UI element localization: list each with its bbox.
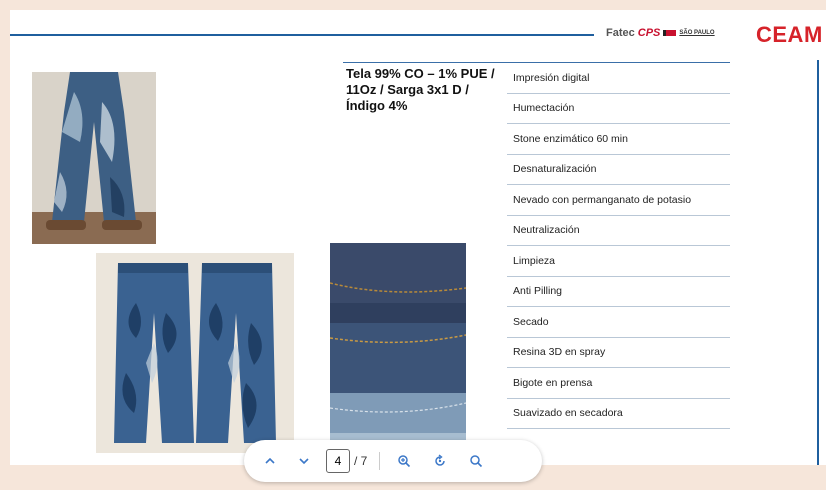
process-list: Impresión digital Humectación Stone enzi… <box>507 63 730 429</box>
search-button[interactable] <box>464 449 488 473</box>
toolbar-divider <box>379 452 381 470</box>
process-item: Limpieza <box>507 246 730 277</box>
page-number-input[interactable] <box>326 449 350 473</box>
rotate-button[interactable] <box>428 449 452 473</box>
next-page-button[interactable] <box>292 449 316 473</box>
process-item: Bigote en prensa <box>507 368 730 399</box>
jeans-model-photo <box>32 72 156 244</box>
process-item: Humectación <box>507 94 730 124</box>
zoom-in-button[interactable] <box>392 449 416 473</box>
previous-page-button[interactable] <box>258 449 282 473</box>
fatec-cps-logo: Fatec CPS SÃO PAULO <box>606 27 715 39</box>
sp-flag-icon <box>663 30 677 36</box>
chevron-down-icon <box>299 458 309 465</box>
process-item: Neutralización <box>507 216 730 246</box>
zoom-in-icon <box>398 455 411 468</box>
page-total: / 7 <box>354 454 368 468</box>
slide: Fatec CPS SÃO PAULO CEAM Tela 99% CO – 1… <box>10 10 826 465</box>
process-item: Anti Pilling <box>507 277 730 307</box>
cps-logo-text: CPS <box>637 27 661 39</box>
process-item: Nevado con permanganato de potasio <box>507 185 730 216</box>
fatec-logo-text: Fatec <box>606 27 635 39</box>
rotate-icon <box>435 454 446 466</box>
process-item: Impresión digital <box>507 63 730 94</box>
process-item: Resina 3D en spray <box>507 338 730 368</box>
fabric-specification: Tela 99% CO – 1% PUE / 11Oz / Sarga 3x1 … <box>346 66 495 113</box>
process-item: Suavizado en secadora <box>507 399 730 429</box>
process-item: Desnaturalización <box>507 155 730 185</box>
pdf-toolbar: / 7 <box>244 440 542 482</box>
butterfly-jeans-illustration <box>96 253 294 453</box>
header-rule <box>10 34 594 36</box>
side-rule <box>817 60 819 465</box>
process-item: Stone enzimático 60 min <box>507 124 730 155</box>
ceam-logo: CEAM <box>756 22 823 47</box>
chevron-up-icon <box>265 457 275 464</box>
sao-paulo-logo-text: SÃO PAULO <box>679 30 715 36</box>
process-item: Secado <box>507 307 730 338</box>
denim-fabric-photo <box>330 243 466 465</box>
search-icon <box>470 455 483 468</box>
